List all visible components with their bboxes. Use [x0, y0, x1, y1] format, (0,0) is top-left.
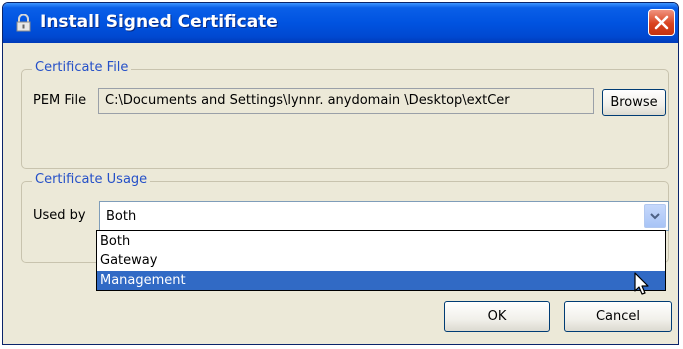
pem-file-label: PEM File — [33, 93, 87, 108]
mouse-pointer-icon — [634, 272, 649, 295]
used-by-selected-value: Both — [106, 209, 137, 224]
pem-file-path-field[interactable]: C:\Documents and Settings\lynnr. anydoma… — [98, 88, 594, 114]
dropdown-option-gateway[interactable]: Gateway — [97, 251, 665, 270]
used-by-dropdown-list: Both Gateway Management — [96, 230, 666, 291]
title-bar[interactable]: Install Signed Certificate — [3, 3, 678, 43]
cancel-button[interactable]: Cancel — [564, 301, 672, 332]
chevron-down-icon — [650, 213, 660, 220]
close-icon — [654, 15, 669, 30]
browse-button[interactable]: Browse — [602, 89, 666, 116]
dropdown-option-both[interactable]: Both — [97, 232, 665, 251]
dialog-title: Install Signed Certificate — [40, 12, 278, 32]
used-by-combobox[interactable]: Both — [99, 201, 669, 231]
certificate-file-group: Certificate File — [21, 60, 669, 169]
close-button[interactable] — [648, 9, 675, 36]
certificate-file-legend: Certificate File — [32, 60, 132, 75]
ok-button[interactable]: OK — [444, 301, 550, 332]
used-by-label: Used by — [33, 208, 86, 223]
install-certificate-dialog: Install Signed Certificate Certificate F… — [2, 2, 679, 345]
lock-icon — [16, 14, 31, 32]
certificate-usage-legend: Certificate Usage — [32, 172, 151, 187]
dropdown-arrow-button[interactable] — [644, 204, 666, 228]
dropdown-option-management[interactable]: Management — [97, 271, 665, 290]
